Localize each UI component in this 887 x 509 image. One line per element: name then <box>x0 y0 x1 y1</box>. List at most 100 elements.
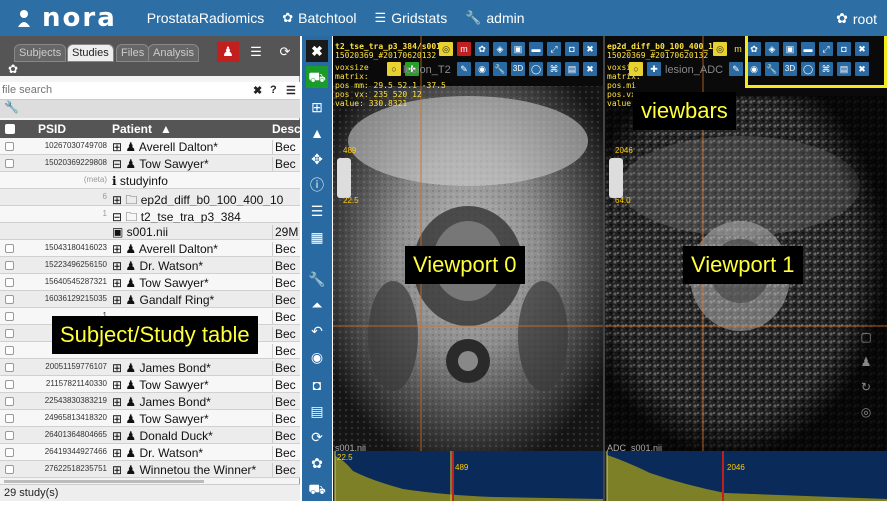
vp0-settings-icon[interactable]: ✿ <box>475 42 489 56</box>
vp0-outline-icon[interactable]: ○ <box>387 62 401 76</box>
nav-admin[interactable]: 🔧 admin <box>465 10 524 26</box>
table-row[interactable]: 21157821140330 ⊞ ♟ Tow Sawyer* Bec <box>0 376 300 393</box>
grid-icon[interactable]: ▦ <box>306 226 328 248</box>
settings-icon[interactable]: ✿ <box>306 452 328 474</box>
file-search-input[interactable] <box>2 84 202 96</box>
col-psid[interactable]: PSID <box>38 122 66 136</box>
wrench-icon[interactable]: 🔧 <box>4 100 19 114</box>
vp1-rotate-icon[interactable]: ↻ <box>855 376 877 398</box>
nav-batchtool[interactable]: ✿ Batchtool <box>282 10 356 26</box>
vp0-lasso-icon[interactable]: ◯ <box>529 62 543 76</box>
row-checkbox[interactable] <box>5 465 14 474</box>
table-row[interactable]: 20051159776107 ⊞ ♟ James Bond* Bec <box>0 359 300 376</box>
row-checkbox[interactable] <box>5 346 14 355</box>
car-icon[interactable]: ⛟ <box>306 478 328 500</box>
vp0-histogram[interactable]: 22.5 489 <box>333 451 603 501</box>
navigate-tool-button[interactable]: ⛟ <box>306 66 328 88</box>
info-icon[interactable]: ⓘ <box>306 174 328 196</box>
table-row[interactable]: 15020369229808 ⊟ ♟ Tow Sawyer* Bec <box>0 155 300 172</box>
vp0-camera-icon[interactable]: ◘ <box>565 42 579 56</box>
table-row[interactable]: 15043180416023 ⊞ ♟ Averell Dalton* Bec <box>0 240 300 257</box>
close-viewer-button[interactable]: ✖ <box>306 40 328 62</box>
vp1-lock-icon[interactable]: ◎ <box>713 42 727 56</box>
upload-icon[interactable]: ⏶ <box>306 294 328 316</box>
nav-gridstats[interactable]: ☰ Gridstats <box>375 10 448 26</box>
row-checkbox[interactable] <box>5 448 14 457</box>
vp0-layers-icon[interactable]: ▬ <box>529 42 543 56</box>
row-checkbox[interactable] <box>5 278 14 287</box>
clear-search-icon[interactable]: ✖ <box>253 84 262 97</box>
tab-studies[interactable]: Studies <box>67 44 114 62</box>
vp0-close-seg-icon[interactable]: ✖ <box>583 62 597 76</box>
nav-project[interactable]: ProstataRadiomics <box>147 10 265 26</box>
viewport-0[interactable]: t2_tse_tra_p3_384/s001. 15020369_#201706… <box>333 36 603 501</box>
table-row[interactable]: 27622518235751 ⊞ ♟ Winnetou the Winner* Be… <box>0 461 300 478</box>
vp1-outline-icon[interactable]: ○ <box>629 62 643 76</box>
crosshair-icon[interactable]: ✥ <box>306 148 328 170</box>
vp1-zoom-icon[interactable]: ◎ <box>855 401 877 423</box>
table-row[interactable]: 24965813418320 ⊞ ♟ Tow Sawyer* Bec <box>0 410 300 427</box>
vp0-image-icon[interactable]: ▣ <box>511 42 525 56</box>
table-horizontal-scrollbar[interactable] <box>4 480 204 483</box>
list-view-button[interactable]: ☰ <box>245 42 267 62</box>
vp0-m-icon[interactable]: m <box>457 42 471 56</box>
vp0-3d-icon[interactable]: ◈ <box>493 42 507 56</box>
sync-icon[interactable]: ⟳ <box>306 426 328 448</box>
row-checkbox[interactable] <box>5 363 14 372</box>
row-checkbox[interactable] <box>5 244 14 253</box>
row-checkbox[interactable] <box>5 329 14 338</box>
vp0-window-slider[interactable] <box>337 158 351 198</box>
search-help-icon[interactable]: ? <box>270 84 277 96</box>
tab-analysis[interactable]: Analysis <box>148 44 199 62</box>
table-row[interactable]: 15223496256150 ⊞ ♟ Dr. Watson* Bec <box>0 257 300 274</box>
table-row[interactable]: 6 ⊞ 🗀 ep2d_diff_b0_100_400_10 <box>0 189 300 207</box>
user-menu[interactable]: ✿ root <box>836 10 877 27</box>
table-row[interactable]: 26401364804665 ⊞ ♟ Donald Duck* Bec <box>0 427 300 444</box>
layout-icon[interactable]: ⊞ <box>306 96 328 118</box>
list-icon[interactable]: ☰ <box>306 200 328 222</box>
table-row[interactable]: 1 ⊟ 🗀 t2_tse_tra_p3_384 <box>0 206 300 224</box>
select-all-checkbox[interactable] <box>5 124 15 134</box>
vp1-cube-icon[interactable]: ▢ <box>855 326 877 348</box>
panel-settings-icon[interactable]: ✿ <box>8 62 18 76</box>
table-row[interactable]: 16036129215035 ⊞ ♟ Gandalf Ring* Bec <box>0 291 300 308</box>
save-icon[interactable]: ▤ <box>306 400 328 422</box>
col-patient[interactable]: Patient <box>112 122 152 136</box>
row-checkbox[interactable] <box>5 261 14 270</box>
row-checkbox[interactable] <box>5 295 14 304</box>
row-checkbox[interactable] <box>5 431 14 440</box>
tab-files[interactable]: Files <box>116 44 150 62</box>
vp0-lock-icon[interactable]: ◎ <box>439 42 453 56</box>
row-checkbox[interactable] <box>5 414 14 423</box>
vp1-window-slider[interactable] <box>609 158 623 198</box>
vp1-person-icon[interactable]: ♟ <box>855 351 877 373</box>
vp0-expand-icon[interactable]: ⤢ <box>547 42 561 56</box>
table-row[interactable]: 26419344927466 ⊞ ♟ Dr. Watson* Bec <box>0 444 300 461</box>
row-checkbox[interactable] <box>5 159 14 168</box>
vp1-m-icon[interactable]: m <box>731 42 745 56</box>
vp0-close-icon[interactable]: ✖ <box>583 42 597 56</box>
vp1-draw-icon[interactable]: ✚ <box>647 62 661 76</box>
camera-icon[interactable]: ◘ <box>306 374 328 396</box>
row-checkbox[interactable] <box>5 142 14 151</box>
list-icon[interactable]: ☰ <box>286 84 296 97</box>
viewport-1[interactable]: ep2d_diff_b0_100_400_1 15020369_#2017062… <box>605 36 887 501</box>
vp0-wrench-icon[interactable]: 🔧 <box>493 62 507 76</box>
vp0-binoculars-icon[interactable]: ⌘ <box>547 62 561 76</box>
vp0-eye-icon[interactable]: ◉ <box>475 62 489 76</box>
vp0-save-icon[interactable]: ▤ <box>565 62 579 76</box>
table-row[interactable]: 10267030749708 ⊞ ♟ Averell Dalton* Bec <box>0 138 300 155</box>
table-row[interactable]: 22543830383219 ⊞ ♟ James Bond* Bec <box>0 393 300 410</box>
row-checkbox[interactable] <box>5 312 14 321</box>
vp1-edit-icon[interactable]: ✎ <box>729 62 743 76</box>
tab-subjects[interactable]: Subjects <box>14 44 67 62</box>
undo-icon[interactable]: ↶ <box>306 320 328 342</box>
table-row[interactable]: 15640545287321 ⊞ ♟ Tow Sawyer* Bec <box>0 274 300 291</box>
table-row[interactable]: ▣ s001.nii 29M <box>0 223 300 240</box>
globe-icon[interactable]: ◉ <box>306 346 328 368</box>
row-checkbox[interactable] <box>5 397 14 406</box>
user-lock-button[interactable]: ♟ <box>217 42 239 62</box>
vp0-edit-icon[interactable]: ✎ <box>457 62 471 76</box>
histogram-icon[interactable]: ▲ <box>306 122 328 144</box>
col-desc[interactable]: Desc <box>272 122 301 136</box>
